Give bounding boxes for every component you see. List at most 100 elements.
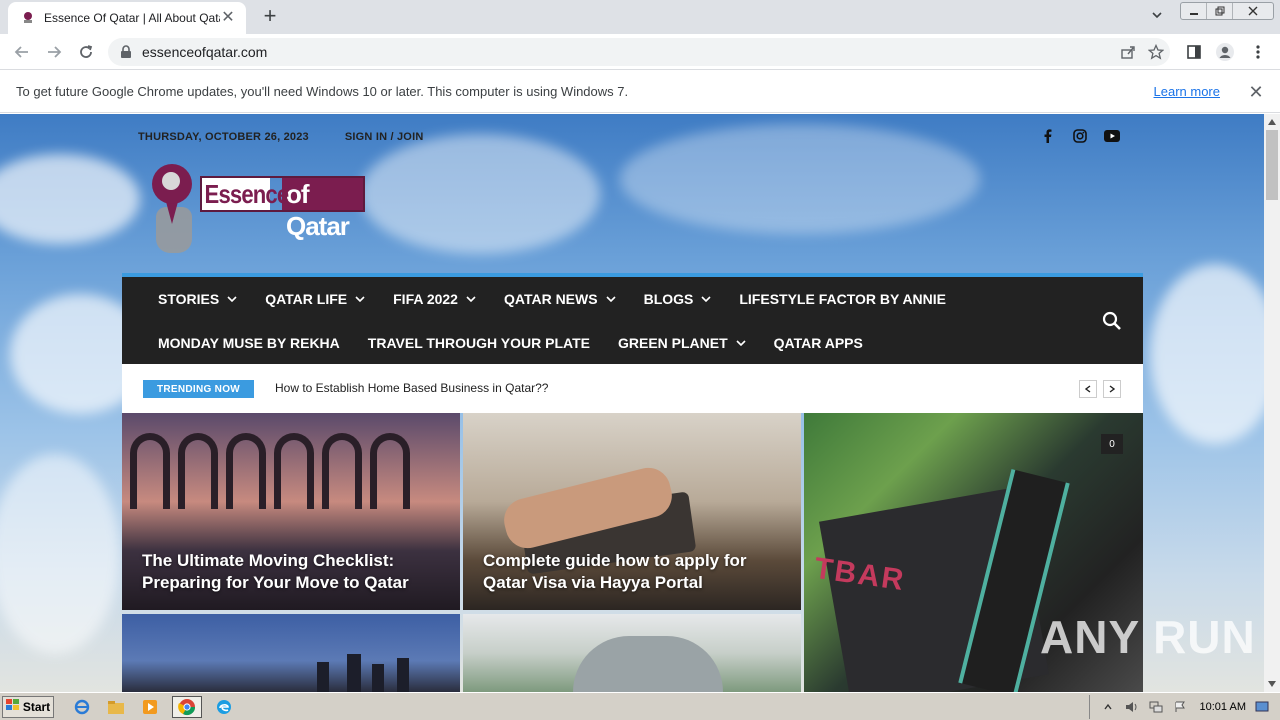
chevron-down-icon (227, 294, 237, 304)
chevron-down-icon (606, 294, 616, 304)
window-close-icon[interactable] (1233, 3, 1273, 19)
forward-arrow-icon[interactable] (42, 40, 66, 64)
site-logo[interactable]: Essence of Qatar (150, 162, 365, 254)
network-icon[interactable] (1148, 699, 1164, 715)
logo-word-2: of Qatar (282, 178, 363, 241)
arch-shape (274, 433, 314, 509)
start-button[interactable]: Start (2, 695, 54, 718)
nav-item-label: QATAR LIFE (265, 291, 348, 307)
nav-item-qatar-news[interactable]: QATAR NEWS (504, 291, 616, 307)
nav-item-label: STORIES (158, 291, 220, 307)
media-player-icon[interactable] (138, 696, 162, 718)
nav-item-fifa-2022[interactable]: FIFA 2022 (393, 291, 476, 307)
file-explorer-icon[interactable] (104, 696, 128, 718)
featured-article-tile[interactable] (463, 614, 801, 692)
edge-icon[interactable] (212, 696, 236, 718)
nav-item-label: LIFESTYLE FACTOR BY ANNIE (739, 291, 947, 307)
infobar-close-icon[interactable]: ✕ (1244, 80, 1268, 104)
new-tab-button[interactable]: + (256, 5, 284, 28)
page-viewport: THURSDAY, OCTOBER 26, 2023 SIGN IN / JOI… (0, 114, 1264, 692)
scroll-up-icon[interactable] (1264, 114, 1280, 130)
chevron-down-icon (355, 294, 365, 304)
internet-explorer-icon[interactable] (70, 696, 94, 718)
facebook-icon[interactable] (1040, 128, 1056, 144)
windows-flag-icon (5, 699, 20, 714)
nav-item-stories[interactable]: STORIES (158, 291, 237, 307)
arch-shape (370, 433, 410, 509)
update-infobar: To get future Google Chrome updates, you… (0, 71, 1280, 113)
quick-launch (70, 695, 236, 718)
learn-more-link[interactable]: Learn more (1154, 84, 1220, 99)
nav-item-travel-plate[interactable]: TRAVEL THROUGH YOUR PLATE (368, 335, 590, 351)
tab-strip: Essence Of Qatar | All About Qatar ✕ + (0, 0, 1280, 34)
comment-count-badge[interactable]: 0 (1101, 434, 1123, 454)
signin-join-link[interactable]: SIGN IN / JOIN (345, 131, 424, 143)
trending-bar: TRENDING NOW How to Establish Home Based… (122, 364, 1143, 413)
nav-item-qatar-life[interactable]: QATAR LIFE (265, 291, 365, 307)
tile-image-tower (372, 664, 384, 692)
address-bar[interactable]: essenceofqatar.com (108, 38, 1170, 66)
arch-shape (130, 433, 170, 509)
chevron-right-icon[interactable] (1103, 380, 1121, 398)
nav-item-label: BLOGS (643, 291, 694, 307)
browser-tab[interactable]: Essence Of Qatar | All About Qatar ✕ (8, 2, 246, 34)
logo-word-1: Essence (202, 178, 289, 210)
arch-shape (226, 433, 266, 509)
nav-item-monday-muse[interactable]: MONDAY MUSE BY REKHA (158, 335, 340, 351)
tile-image-tower (397, 658, 409, 692)
scroll-down-icon[interactable] (1264, 676, 1280, 692)
logo-wordmark: Essence of Qatar (200, 176, 365, 241)
chrome-taskbar-icon[interactable] (172, 695, 202, 718)
tile-image-building (573, 636, 723, 692)
featured-article-tile[interactable] (122, 614, 460, 692)
main-navigation: STORIES QATAR LIFE FIFA 2022 QATAR NEWS … (122, 273, 1143, 364)
url-text[interactable]: essenceofqatar.com (142, 44, 1114, 60)
nav-item-qatar-apps[interactable]: QATAR APPS (774, 335, 863, 351)
tab-search-chevron-icon[interactable] (1150, 8, 1170, 26)
back-arrow-icon[interactable] (10, 40, 34, 64)
share-icon[interactable] (1114, 38, 1142, 66)
tray-expand-icon[interactable] (1100, 699, 1116, 715)
tile-image-tower (347, 654, 361, 692)
tab-close-icon[interactable]: ✕ (220, 10, 236, 26)
youtube-icon[interactable] (1104, 128, 1120, 144)
scrollbar-thumb[interactable] (1266, 130, 1278, 200)
cloud-shape (360, 134, 600, 254)
nav-item-lifestyle-factor[interactable]: LIFESTYLE FACTOR BY ANNIE (739, 291, 946, 307)
nav-row-2: MONDAY MUSE BY REKHA TRAVEL THROUGH YOUR… (158, 335, 863, 351)
featured-article-tile[interactable]: Complete guide how to apply for Qatar Vi… (463, 413, 801, 610)
search-icon[interactable] (1102, 311, 1124, 333)
browser-toolbar: essenceofqatar.com (0, 34, 1280, 70)
taskbar-clock: 10:01 AM (1199, 701, 1246, 713)
nav-item-green-planet[interactable]: GREEN PLANET (618, 335, 746, 351)
featured-article-tile[interactable]: The Ultimate Moving Checklist: Preparing… (122, 413, 460, 610)
window-controls (1180, 2, 1274, 20)
side-panel-icon[interactable] (1182, 40, 1206, 64)
nav-item-blogs[interactable]: BLOGS (644, 291, 712, 307)
chevron-left-icon[interactable] (1079, 380, 1097, 398)
restore-icon[interactable] (1207, 3, 1233, 19)
instagram-icon[interactable] (1072, 128, 1088, 144)
page-scrollbar[interactable] (1264, 114, 1280, 692)
chrome-menu-icon[interactable] (1246, 40, 1270, 64)
article-caption[interactable]: Complete guide how to apply for Qatar Vi… (483, 550, 785, 594)
bookmark-star-icon[interactable] (1142, 38, 1170, 66)
chevron-down-icon (701, 294, 711, 304)
cloud-shape (0, 454, 120, 654)
show-desktop-icon[interactable] (1254, 699, 1270, 715)
trending-headline-link[interactable]: How to Establish Home Based Business in … (275, 381, 548, 395)
trending-badge: TRENDING NOW (143, 380, 254, 398)
action-center-flag-icon[interactable] (1172, 699, 1188, 715)
nav-item-label: QATAR APPS (773, 335, 863, 351)
lock-icon[interactable] (118, 44, 134, 60)
social-links (1040, 128, 1120, 144)
article-caption[interactable]: The Ultimate Moving Checklist: Preparing… (142, 550, 444, 594)
minimize-icon[interactable] (1181, 3, 1207, 19)
logo-pin-dot (162, 172, 180, 190)
volume-icon[interactable] (1124, 699, 1140, 715)
site-favicon-icon (20, 10, 36, 26)
anyrun-watermark: ANY RUN (1040, 611, 1256, 663)
reload-icon[interactable] (74, 40, 98, 64)
nav-item-label: FIFA 2022 (393, 291, 458, 307)
profile-avatar-icon[interactable] (1213, 40, 1237, 64)
